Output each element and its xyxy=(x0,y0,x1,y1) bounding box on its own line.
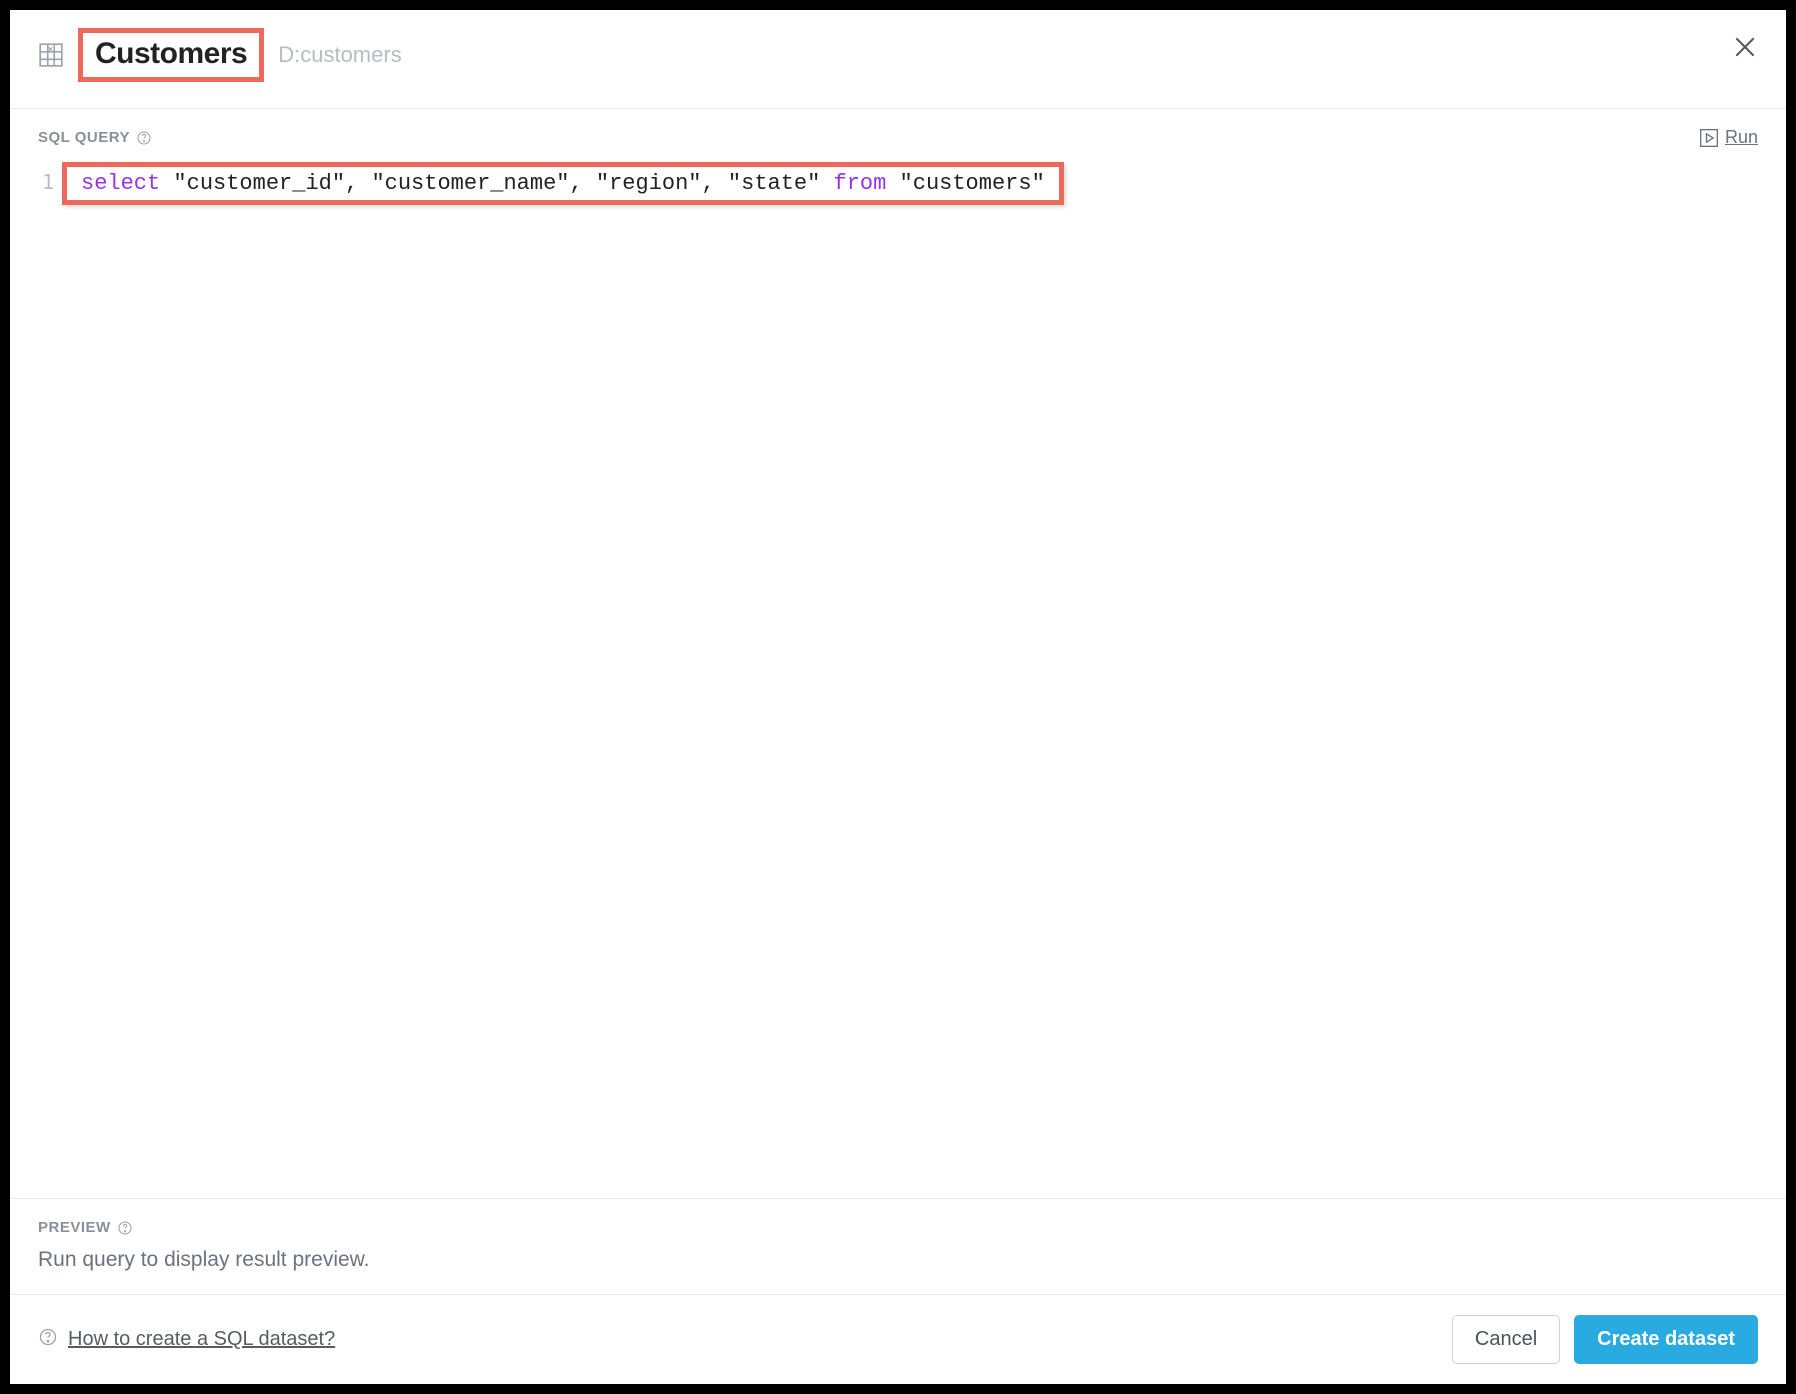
cancel-button[interactable]: Cancel xyxy=(1452,1315,1560,1364)
create-dataset-button[interactable]: Create dataset xyxy=(1574,1315,1758,1364)
preview-message: Run query to display result preview. xyxy=(38,1248,1758,1272)
run-query-button[interactable]: Run xyxy=(1699,127,1758,148)
sql-section-header: SQL QUERY Run xyxy=(38,127,1758,148)
create-dataset-modal: Customers D:customers SQL QUERY xyxy=(10,10,1786,1384)
help-icon[interactable] xyxy=(38,1327,58,1352)
help-icon[interactable] xyxy=(136,130,152,146)
sql-highlight-box: select "customer_id", "customer_name", "… xyxy=(62,162,1064,205)
sql-code-line[interactable]: select "customer_id", "customer_name", "… xyxy=(81,171,1045,196)
sql-query-section: SQL QUERY Run 1 sele xyxy=(10,109,1786,1198)
preview-section: PREVIEW Run query to display result prev… xyxy=(10,1198,1786,1294)
modal-footer: How to create a SQL dataset? Cancel Crea… xyxy=(10,1294,1786,1384)
run-label: Run xyxy=(1725,127,1758,148)
preview-section-label: PREVIEW xyxy=(38,1219,1758,1236)
dataset-grid-icon xyxy=(38,42,64,68)
footer-left: How to create a SQL dataset? xyxy=(38,1327,335,1352)
dataset-title[interactable]: Customers xyxy=(95,37,247,70)
modal-header: Customers D:customers xyxy=(10,10,1786,108)
sql-label-text: SQL QUERY xyxy=(38,129,130,146)
footer-actions: Cancel Create dataset xyxy=(1452,1315,1758,1364)
line-number: 1 xyxy=(38,162,62,202)
dataset-id-label: D:customers xyxy=(278,42,401,68)
sql-section-label: SQL QUERY xyxy=(38,129,152,146)
close-button[interactable] xyxy=(1732,34,1758,65)
help-link[interactable]: How to create a SQL dataset? xyxy=(68,1328,335,1351)
preview-label-text: PREVIEW xyxy=(38,1219,111,1236)
sql-editor[interactable]: 1 select "customer_id", "customer_name",… xyxy=(38,162,1758,205)
help-icon[interactable] xyxy=(117,1220,133,1236)
title-highlight: Customers xyxy=(78,28,264,82)
